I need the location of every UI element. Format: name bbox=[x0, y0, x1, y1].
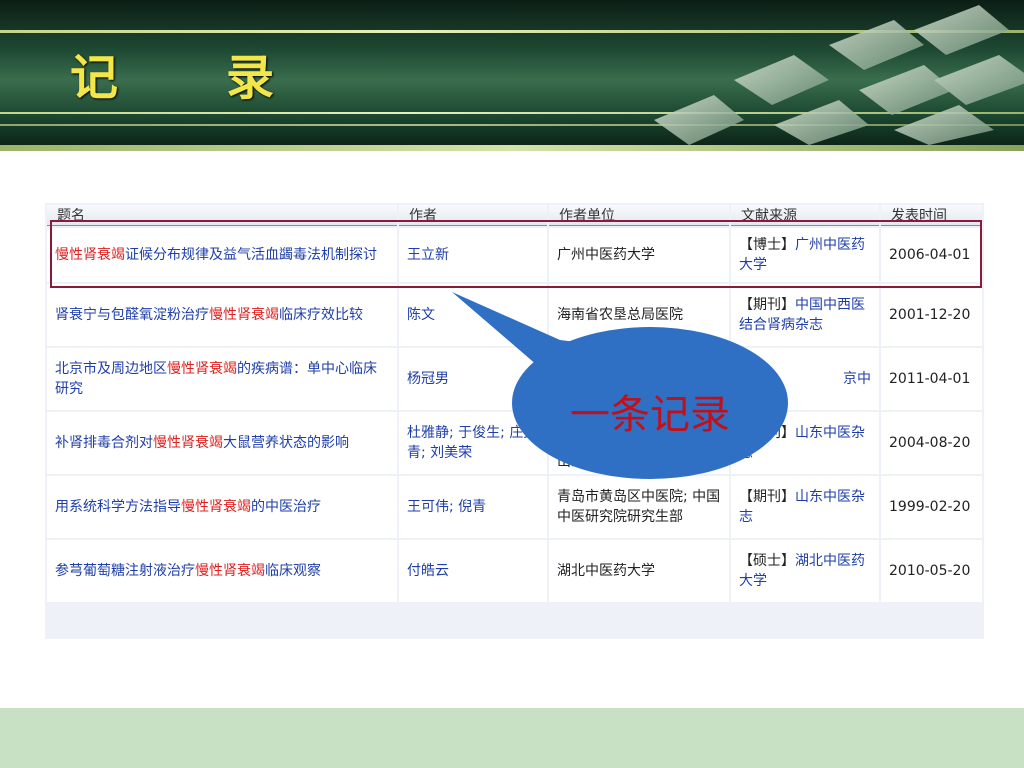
record-author-link[interactable]: 王立新 bbox=[399, 228, 547, 282]
table-row: 补肾排毒合剂对慢性肾衰竭大鼠营养状态的影响 杜雅静; 于俊生; 庄文青; 刘美荣… bbox=[47, 412, 982, 474]
record-unit: 青岛市黄岛区中医院; 中国中医研究院研究生部 bbox=[549, 476, 729, 538]
record-author-link[interactable]: 王可伟; 倪青 bbox=[399, 476, 547, 538]
table-row: 北京市及周边地区慢性肾衰竭的疾病谱：单中心临床研究 杨冠男 京中 2011-04… bbox=[47, 348, 982, 410]
record-unit: 海南省农垦总局医院 bbox=[549, 284, 729, 346]
record-title-link[interactable]: 参芎葡萄糖注射液治疗慢性肾衰竭临床观察 bbox=[47, 540, 397, 602]
results-table-container: 题名 作者 作者单位 文献来源 发表时间 慢性肾衰竭证候分布规律及益气活血蠲毒法… bbox=[45, 203, 984, 639]
table-row: 参芎葡萄糖注射液治疗慢性肾衰竭临床观察 付皓云 湖北中医药大学 【硕士】湖北中医… bbox=[47, 540, 982, 602]
column-header-source[interactable]: 文献来源 bbox=[731, 205, 879, 226]
table-row: 慢性肾衰竭证候分布规律及益气活血蠲毒法机制探讨 王立新 广州中医药大学 【博士】… bbox=[47, 228, 982, 282]
footer-band bbox=[0, 708, 1024, 768]
record-title-link[interactable]: 北京市及周边地区慢性肾衰竭的疾病谱：单中心临床研究 bbox=[47, 348, 397, 410]
callout-text: 一条记录 bbox=[570, 392, 730, 438]
record-source-link[interactable]: 【期刊】中国中西医结合肾病杂志 bbox=[731, 284, 879, 346]
record-title-link[interactable]: 慢性肾衰竭证候分布规律及益气活血蠲毒法机制探讨 bbox=[47, 228, 397, 282]
header-stripe bbox=[0, 145, 1024, 151]
header-banner: 记 录 bbox=[0, 0, 1024, 145]
table-row: 用系统科学方法指导慢性肾衰竭的中医治疗 王可伟; 倪青 青岛市黄岛区中医院; 中… bbox=[47, 476, 982, 538]
record-unit: 湖北中医药大学 bbox=[549, 540, 729, 602]
record-source-link[interactable]: 【硕士】湖北中医药大学 bbox=[731, 540, 879, 602]
record-source-link[interactable]: 【博士】广州中医药大学 bbox=[731, 228, 879, 282]
slide-title: 记 录 bbox=[70, 50, 305, 106]
record-author-link[interactable]: 付皓云 bbox=[399, 540, 547, 602]
column-header-date[interactable]: 发表时间 bbox=[881, 205, 982, 226]
record-date: 2004-08-20 bbox=[881, 412, 982, 474]
record-source-link[interactable]: 【期刊】山东中医杂志 bbox=[731, 476, 879, 538]
column-header-title[interactable]: 题名 bbox=[47, 205, 397, 226]
keyboard-keys-image bbox=[654, 5, 1024, 145]
record-date: 2010-05-20 bbox=[881, 540, 982, 602]
table-row: 肾衰宁与包醛氧淀粉治疗慢性肾衰竭临床疗效比较 陈文 海南省农垦总局医院 【期刊】… bbox=[47, 284, 982, 346]
record-title-link[interactable]: 肾衰宁与包醛氧淀粉治疗慢性肾衰竭临床疗效比较 bbox=[47, 284, 397, 346]
record-unit: 广州中医药大学 bbox=[549, 228, 729, 282]
results-table: 题名 作者 作者单位 文献来源 发表时间 慢性肾衰竭证候分布规律及益气活血蠲毒法… bbox=[45, 203, 984, 604]
column-header-unit[interactable]: 作者单位 bbox=[549, 205, 729, 226]
column-header-author[interactable]: 作者 bbox=[399, 205, 547, 226]
record-date: 1999-02-20 bbox=[881, 476, 982, 538]
record-title-link[interactable]: 用系统科学方法指导慢性肾衰竭的中医治疗 bbox=[47, 476, 397, 538]
record-title-link[interactable]: 补肾排毒合剂对慢性肾衰竭大鼠营养状态的影响 bbox=[47, 412, 397, 474]
table-header-row: 题名 作者 作者单位 文献来源 发表时间 bbox=[47, 205, 982, 226]
record-date: 2001-12-20 bbox=[881, 284, 982, 346]
record-date: 2006-04-01 bbox=[881, 228, 982, 282]
record-date: 2011-04-01 bbox=[881, 348, 982, 410]
record-author-link[interactable]: 陈文 bbox=[399, 284, 547, 346]
